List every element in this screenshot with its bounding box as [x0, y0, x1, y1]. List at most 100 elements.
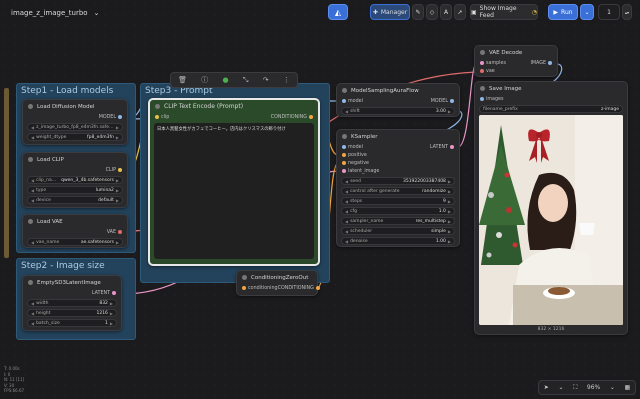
steps-stepper[interactable]: ◀ steps 9 ▶ — [341, 197, 455, 205]
input-conditioning: conditioning — [248, 285, 278, 291]
input-model: model — [348, 98, 363, 104]
filename-prefix-input[interactable]: filename_prefix z-image — [479, 105, 623, 113]
toolbar-icon-2[interactable]: ◇ — [426, 4, 438, 20]
output-dot[interactable] — [450, 99, 454, 103]
shift-stepper[interactable]: ◀ shift 3.00 ▶ — [341, 107, 455, 115]
info-icon[interactable]: ⓘ — [201, 75, 208, 85]
node-empty-latent[interactable]: EmptySD3LatentImage LATENT ◀ width 832 ▶ ◀ h… — [22, 275, 122, 331]
spinner-icon: ◔ — [531, 8, 537, 16]
chevron-down-icon[interactable]: ⌄ — [558, 384, 563, 391]
node-load-vae[interactable]: Load VAE VAE ◀ vae_name ae.safetensors ▶ — [22, 214, 128, 248]
manager-button[interactable]: ✚ Manager — [370, 4, 410, 20]
pointer-icon[interactable]: ➤ — [544, 384, 549, 391]
input-dot[interactable] — [342, 161, 346, 165]
input-dot[interactable] — [480, 69, 484, 73]
node-title: Load CLIP — [37, 156, 64, 163]
trash-icon[interactable]: 🗑 — [178, 76, 187, 84]
fit-view-icon[interactable]: ⛶ — [573, 384, 577, 392]
node-load-clip[interactable]: Load CLIP CLIP ◀ clip_na... qwen_3_4b.safe… — [22, 152, 128, 208]
node-conditioning-zero-out[interactable]: ConditioningZeroOut conditioning CONDITIO… — [236, 270, 320, 296]
cfg-stepper[interactable]: ◀ cfg 1.0 ▶ — [341, 207, 455, 215]
input-negative: negative — [348, 160, 369, 166]
prompt-textarea[interactable]: 日本人黒髪女性がカフェでコーヒー。店内はクリスマスの飾り付け — [154, 123, 314, 259]
run-options-button[interactable]: ⌄ — [580, 4, 594, 20]
node-title: KSampler — [351, 133, 378, 140]
node-status-dot — [342, 88, 347, 93]
clip-device-combo[interactable]: ◀ device default ▶ — [27, 196, 123, 204]
output-conditioning: CONDITIONING — [270, 114, 307, 120]
canvas-stats: T: 0.00s I: 0 N: 11 [11] V: 30 FPS:66.67 — [4, 366, 25, 394]
edit-icon: ✎ — [415, 8, 421, 16]
workflow-tab[interactable]: image_z_image_turbo ⌄ — [5, 5, 105, 21]
control-after-generate-combo[interactable]: ◀ control after generate randomize ▶ — [341, 187, 455, 195]
output-model: MODEL — [98, 114, 116, 120]
output-vae: VAE — [106, 229, 116, 235]
node-clip-text-encode[interactable]: CLIP Text Encode (Prompt) clip CONDITIONI… — [148, 98, 320, 266]
group-step1-title: Step1 - Load models — [21, 86, 114, 96]
fit-icon[interactable]: ⤡ — [243, 76, 249, 85]
chevron-down-icon[interactable]: ⌄ — [610, 384, 615, 391]
selection-toolbar: 🗑 ⓘ ● ⤡ ↷ ⋮ — [170, 72, 298, 88]
output-dot[interactable] — [309, 115, 313, 119]
input-images: images — [486, 96, 504, 102]
input-dot[interactable] — [342, 145, 346, 149]
input-dot[interactable] — [342, 169, 346, 173]
input-dot[interactable] — [342, 153, 346, 157]
node-load-diffusion-model[interactable]: Load Diffusion Model MODEL ◀ z_image_turb… — [22, 99, 128, 145]
clip-type-combo[interactable]: ◀ type lumina2 ▶ — [27, 186, 123, 194]
output-dot[interactable] — [118, 115, 122, 119]
output-image: IMAGE — [530, 60, 547, 66]
node-status-dot — [342, 134, 347, 139]
node-status-dot — [28, 104, 33, 109]
node-title: Save Image — [489, 85, 522, 92]
node-vae-decode[interactable]: VAE Decode samples IMAGE vae — [474, 45, 558, 77]
input-latent-image: latent_image — [348, 168, 380, 174]
zoom-level[interactable]: 96% — [587, 384, 600, 391]
more-icon[interactable]: ⋮ — [283, 76, 290, 84]
output-dot[interactable] — [450, 145, 454, 149]
vae-name-combo[interactable]: ◀ vae_name ae.safetensors ▶ — [27, 238, 123, 246]
node-model-sampling-auraflow[interactable]: ModelSamplingAuraFlow model MODEL ◀ shift 3… — [336, 83, 460, 117]
puzzle-icon: ✚ — [372, 8, 378, 16]
scheduler-combo[interactable]: ◀ scheduler simple ▶ — [341, 227, 455, 235]
bypass-icon[interactable]: ↷ — [263, 76, 269, 84]
left-panel-edge[interactable] — [4, 88, 9, 258]
output-dot[interactable] — [548, 61, 552, 65]
seed-stepper[interactable]: ◀ seed 351922003387408 ▶ — [341, 177, 455, 185]
run-button[interactable]: ▶ Run — [548, 4, 578, 20]
unet-name-combo[interactable]: ◀ z_image_turbo_fp8_e4m3fn.safe... ▶ — [27, 123, 123, 131]
chevron-down-icon[interactable]: ⌄ — [94, 9, 100, 17]
output-dot[interactable] — [118, 230, 122, 234]
sampler-name-combo[interactable]: ◀ sampler_name res_multistep ▶ — [341, 217, 455, 225]
output-image-preview[interactable] — [479, 115, 623, 325]
input-dot[interactable] — [155, 115, 159, 119]
minimap-icon[interactable]: ▦ — [624, 384, 630, 391]
node-save-image[interactable]: Save Image images filename_prefix z-image… — [474, 81, 628, 335]
weight-dtype-combo[interactable]: ◀ weight_dtype fp8_e4m3fn ▶ — [27, 133, 123, 141]
toolbar-icon-1[interactable]: ✎ — [412, 4, 424, 20]
toolbar-icon-4[interactable]: ➚ — [454, 4, 466, 20]
output-dot[interactable] — [118, 168, 122, 172]
input-positive: positive — [348, 152, 367, 158]
input-dot[interactable] — [480, 61, 484, 65]
color-picker-icon[interactable]: ● — [223, 76, 229, 84]
node-title: ModelSamplingAuraFlow — [351, 87, 419, 94]
batch-stepper[interactable]: ▴▾ — [622, 4, 632, 20]
output-dot[interactable] — [315, 286, 320, 290]
batch-size-stepper[interactable]: ◀ batch_size 1 ▶ — [27, 319, 117, 327]
toolbar-icon-3[interactable]: A — [440, 4, 452, 20]
input-dot[interactable] — [480, 97, 484, 101]
output-dot[interactable] — [112, 291, 116, 295]
show-image-feed-button[interactable]: ▣ Show Image Feed ◔ — [470, 4, 538, 20]
node-title: CLIP Text Encode (Prompt) — [164, 103, 244, 110]
clip-name-combo[interactable]: ◀ clip_na... qwen_3_4b.safetensors ▶ — [27, 176, 123, 184]
comfy-logo-button[interactable]: ◭ — [328, 4, 348, 20]
batch-count-input[interactable]: 1 — [598, 4, 620, 20]
height-stepper[interactable]: ◀ height 1216 ▶ — [27, 309, 117, 317]
denoise-stepper[interactable]: ◀ denoise 1.00 ▶ — [341, 237, 455, 245]
input-dot[interactable] — [342, 99, 346, 103]
node-status-dot — [242, 275, 247, 280]
input-dot[interactable] — [242, 286, 246, 290]
width-stepper[interactable]: ◀ width 832 ▶ — [27, 299, 117, 307]
node-ksampler[interactable]: KSampler model LATENT positive negative l… — [336, 129, 460, 247]
